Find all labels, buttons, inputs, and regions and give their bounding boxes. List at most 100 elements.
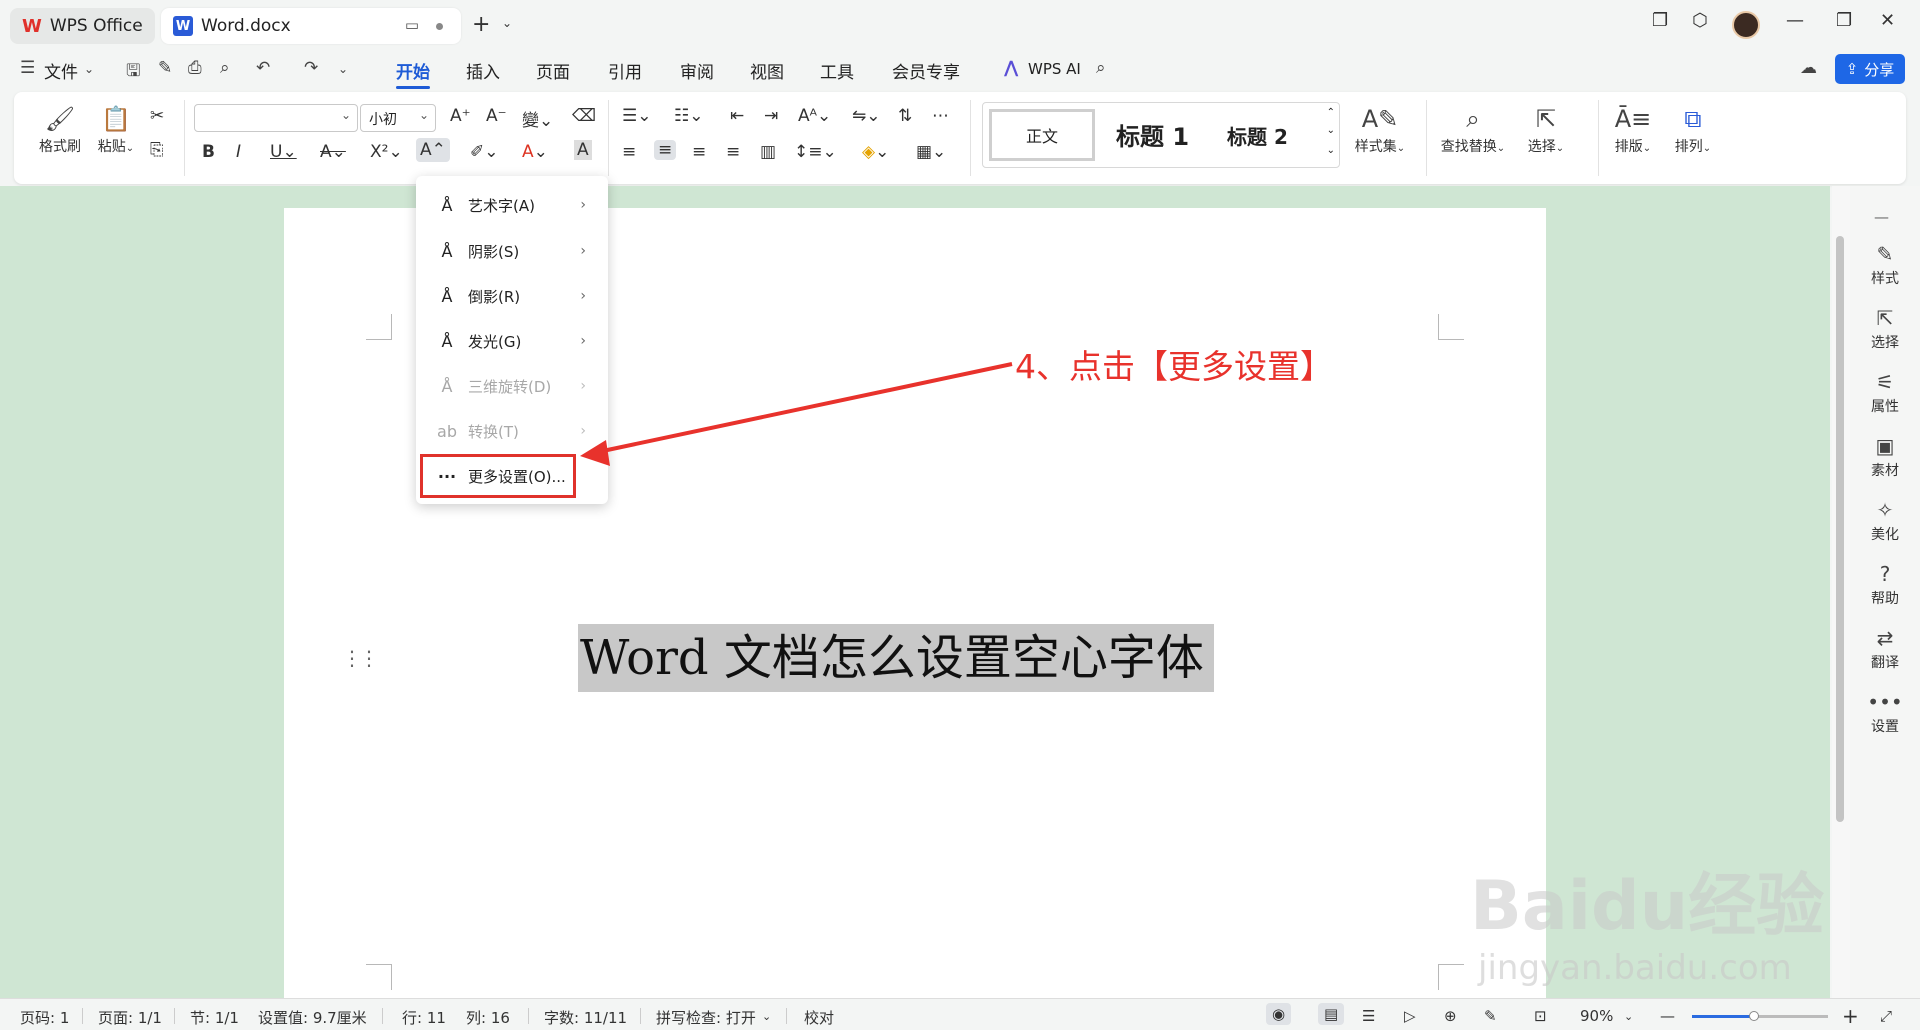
style-set-button[interactable]: A✎ 样式集⌄ bbox=[1348, 102, 1412, 156]
tab-document[interactable]: W Word.docx ▭ bbox=[161, 8, 461, 44]
expand-icon[interactable]: ⌄ bbox=[1327, 145, 1335, 156]
save-icon[interactable]: 🖫 bbox=[126, 58, 140, 87]
chevron-down-icon[interactable]: ⌄ bbox=[1624, 1010, 1633, 1023]
align-left-icon[interactable]: ≡ bbox=[622, 142, 636, 162]
monitor-icon[interactable]: ▭ bbox=[405, 16, 419, 34]
shading-icon[interactable]: ◈⌄ bbox=[862, 142, 889, 162]
play-icon[interactable]: ▷ bbox=[1404, 1007, 1416, 1025]
panel-help[interactable]: ? 帮助 bbox=[1855, 562, 1915, 608]
status-proofread[interactable]: 校对 bbox=[804, 1007, 834, 1028]
text-effect-icon[interactable]: A⌃ bbox=[416, 138, 450, 162]
chevron-down-icon[interactable]: ⌄ bbox=[84, 62, 94, 76]
panel-settings[interactable]: ••• 设置 bbox=[1855, 690, 1915, 736]
select-button[interactable]: ⇱ 选择⌄ bbox=[1518, 102, 1574, 156]
align-center-icon[interactable]: ≡ bbox=[654, 140, 677, 160]
char-shading-icon[interactable]: A bbox=[574, 140, 592, 160]
zoom-slider-handle[interactable] bbox=[1749, 1011, 1759, 1021]
redo-icon[interactable]: ↷ bbox=[304, 58, 318, 78]
fit-page-icon[interactable]: ⊡ bbox=[1534, 1007, 1547, 1025]
chevron-down-icon[interactable]: ⌄ bbox=[502, 16, 512, 30]
menu-tab-insert[interactable]: 插入 bbox=[466, 58, 500, 83]
fullscreen-icon[interactable]: ⤢ bbox=[1880, 1007, 1892, 1025]
format-painter-button[interactable]: 🖌 格式刷 bbox=[32, 102, 88, 156]
style-heading-1[interactable]: 标题 1 bbox=[1116, 117, 1189, 152]
scroll-down-icon[interactable]: ⌄ bbox=[1327, 125, 1335, 136]
status-row[interactable]: 行: 11 bbox=[402, 1007, 446, 1028]
menu-item-art-text[interactable]: Å 艺术字(A) › bbox=[416, 186, 608, 224]
find-replace-button[interactable]: ⌕ 查找替换⌄ bbox=[1434, 102, 1512, 156]
panel-beautify[interactable]: ✧ 美化 bbox=[1855, 498, 1915, 544]
line-spacing-icon[interactable]: ↕≡⌄ bbox=[794, 142, 837, 162]
page-view-icon[interactable]: ▤ bbox=[1318, 1003, 1345, 1025]
sort-icon[interactable]: ⇅ bbox=[898, 106, 912, 126]
distribute-icon[interactable]: ▥ bbox=[760, 142, 776, 162]
close-icon[interactable]: ✕ bbox=[1880, 10, 1895, 31]
align-right-icon[interactable]: ≡ bbox=[692, 142, 706, 162]
show-marks-icon[interactable]: ⋯ bbox=[932, 106, 949, 126]
decrease-indent-icon[interactable]: ⇤ bbox=[730, 106, 744, 126]
outline-view-icon[interactable]: ☰ bbox=[1362, 1007, 1375, 1025]
avatar[interactable] bbox=[1732, 11, 1760, 39]
cut-icon[interactable]: ✂ bbox=[150, 106, 164, 126]
panel-style[interactable]: ✎ 样式 bbox=[1855, 242, 1915, 288]
font-size-select[interactable]: 小初 ⌄ bbox=[360, 104, 436, 132]
maximize-icon[interactable]: ❐ bbox=[1836, 10, 1852, 31]
drag-handle-icon[interactable]: ⋮⋮ bbox=[342, 646, 379, 670]
menu-wps-ai[interactable]: WPS AI bbox=[1028, 60, 1081, 78]
menu-tab-home[interactable]: 开始 bbox=[396, 58, 430, 89]
status-pages[interactable]: 页面: 1/1 bbox=[98, 1007, 162, 1028]
style-normal[interactable]: 正文 bbox=[989, 109, 1095, 161]
zoom-out-icon[interactable]: — bbox=[1660, 1007, 1675, 1025]
hamburger-icon[interactable]: ☰ bbox=[20, 58, 35, 78]
italic-icon[interactable]: I bbox=[236, 142, 241, 162]
border-icon[interactable]: ▦⌄ bbox=[916, 142, 946, 162]
bullet-list-icon[interactable]: ☰⌄ bbox=[622, 106, 651, 126]
collapse-panel-icon[interactable]: — bbox=[1874, 208, 1889, 226]
bold-icon[interactable]: B bbox=[202, 142, 215, 162]
shrink-font-icon[interactable]: A⁻ bbox=[486, 106, 507, 126]
search-icon[interactable]: ⌕ bbox=[1096, 58, 1106, 78]
cloud-icon[interactable]: ☁ bbox=[1800, 58, 1817, 78]
minimize-icon[interactable]: — bbox=[1786, 10, 1804, 31]
line-spacing-switch-icon[interactable]: ⇋⌄ bbox=[852, 106, 881, 126]
eraser-icon[interactable]: ⌫ bbox=[572, 106, 596, 126]
tab-wps-office[interactable]: W WPS Office bbox=[10, 8, 155, 44]
zoom-in-icon[interactable]: + bbox=[1842, 1004, 1859, 1028]
arrange-button[interactable]: ⧉ 排列⌄ bbox=[1668, 102, 1718, 156]
grow-font-icon[interactable]: A⁺ bbox=[450, 106, 471, 126]
menu-item-reflection[interactable]: Å 倒影(R) › bbox=[416, 277, 608, 315]
status-setting[interactable]: 设置值: 9.7厘米 bbox=[258, 1007, 367, 1028]
print-preview-icon[interactable]: ⌕ bbox=[220, 58, 230, 78]
panel-select[interactable]: ⇱ 选择 bbox=[1855, 306, 1915, 352]
pen-mode-icon[interactable]: ✎ bbox=[1484, 1007, 1497, 1025]
menu-tab-review[interactable]: 审阅 bbox=[680, 58, 714, 83]
phonetic-icon[interactable]: 變⌄ bbox=[522, 106, 553, 131]
font-color-icon[interactable]: A⌄ bbox=[522, 142, 548, 162]
undo-icon[interactable]: ↶ bbox=[256, 58, 270, 78]
share-button[interactable]: ⇪ 分享 bbox=[1835, 54, 1905, 84]
panel-material[interactable]: ▣ 素材 bbox=[1855, 434, 1915, 480]
text-direction-icon[interactable]: Aᴬ⌄ bbox=[798, 106, 831, 126]
zoom-value[interactable]: 90% bbox=[1580, 1007, 1613, 1025]
menu-item-glow[interactable]: Å 发光(G) › bbox=[416, 322, 608, 360]
selected-text[interactable]: Word 文档怎么设置空心字体 bbox=[578, 624, 1214, 692]
layout-button[interactable]: Ā≡ 排版⌄ bbox=[1608, 102, 1658, 156]
scroll-up-icon[interactable]: ⌃ bbox=[1327, 107, 1335, 118]
format-painter-quick-icon[interactable]: ✎ bbox=[158, 58, 172, 78]
eye-protect-icon[interactable]: ◉ bbox=[1266, 1003, 1292, 1025]
menu-tab-member[interactable]: 会员专享 bbox=[892, 58, 960, 83]
status-section[interactable]: 节: 1/1 bbox=[190, 1007, 239, 1028]
chevron-down-icon[interactable]: ⌄ bbox=[762, 1010, 771, 1023]
print-icon[interactable]: ⎙ bbox=[188, 58, 202, 78]
strikethrough-icon[interactable]: A⌄ bbox=[320, 142, 346, 162]
font-family-select[interactable]: ⌄ bbox=[194, 104, 358, 132]
highlight-icon[interactable]: ✐⌄ bbox=[470, 142, 499, 162]
increase-indent-icon[interactable]: ⇥ bbox=[764, 106, 778, 126]
menu-tab-references[interactable]: 引用 bbox=[608, 58, 642, 83]
status-col[interactable]: 列: 16 bbox=[466, 1007, 510, 1028]
status-spell-check[interactable]: 拼写检查: 打开 bbox=[656, 1007, 756, 1028]
web-view-icon[interactable]: ⊕ bbox=[1444, 1007, 1457, 1025]
menu-item-shadow[interactable]: Å 阴影(S) › bbox=[416, 232, 608, 270]
menu-tab-page[interactable]: 页面 bbox=[536, 58, 570, 83]
menu-tab-tools[interactable]: 工具 bbox=[820, 58, 854, 83]
